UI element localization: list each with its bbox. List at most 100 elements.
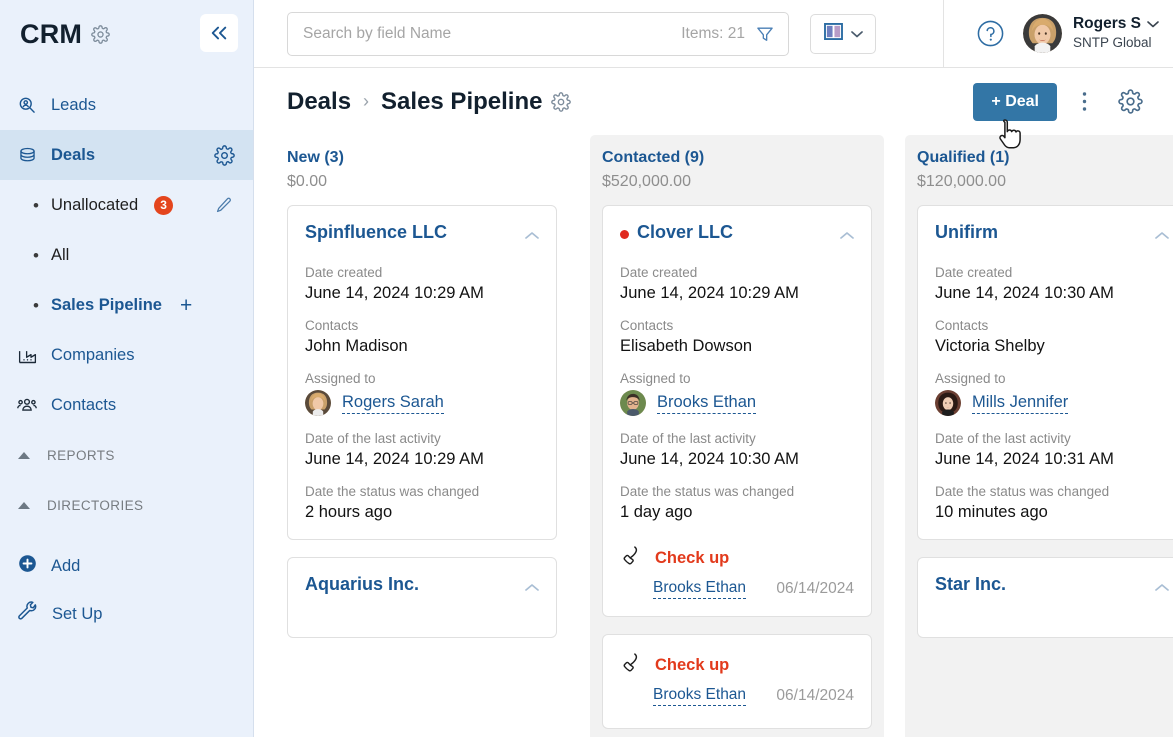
user-menu[interactable]: Rogers S SNTP Global [1022, 14, 1159, 53]
view-mode-toggle[interactable] [810, 13, 876, 54]
add-deal-button[interactable]: + Deal [973, 82, 1057, 121]
question-circle-icon[interactable] [976, 19, 1005, 48]
task-date: 06/14/2024 [776, 687, 854, 704]
top-bar: Items: 21 [254, 0, 1173, 68]
deal-title[interactable]: Aquarius Inc. [305, 574, 517, 595]
deal-title[interactable]: Spinfluence LLC [305, 222, 517, 243]
chevron-up-icon[interactable] [1155, 227, 1169, 245]
assignee-row: Brooks Ethan [620, 390, 854, 416]
task-row: Check up Brooks Ethan 06/14/2024 [620, 651, 854, 706]
deal-title[interactable]: Unifirm [935, 222, 1147, 243]
deal-card[interactable]: Star Inc. [917, 557, 1173, 638]
avatar [620, 390, 646, 416]
funnel-icon[interactable] [755, 24, 775, 44]
task-meta: Brooks Ethan 06/14/2024 [620, 579, 854, 599]
field-label-contacts: Contacts [935, 318, 989, 333]
deal-card[interactable]: Spinfluence LLC Date created June 14, 20… [287, 205, 557, 540]
deal-card[interactable]: Unifirm Date created June 14, 2024 10:30… [917, 205, 1173, 540]
field-label-last-activity: Date of the last activity [935, 431, 1071, 446]
search-box[interactable]: Items: 21 [287, 11, 789, 56]
breadcrumb-parent[interactable]: Deals [287, 88, 351, 116]
assignee-link[interactable]: Brooks Ethan [657, 393, 757, 414]
crm-app: CRM Leads Deals • Unallocated 3 • All • … [0, 0, 1173, 737]
field-value-last-activity: June 14, 2024 10:29 AM [305, 450, 484, 468]
task-date: 06/14/2024 [776, 580, 854, 597]
unread-dot-icon [620, 230, 629, 239]
sidebar-item-label: Leads [51, 95, 96, 114]
chevron-down-icon [850, 25, 863, 43]
card-header: Aquarius Inc. [305, 574, 539, 597]
field-label-date-created: Date created [305, 265, 383, 280]
settings-gear-icon[interactable] [1111, 83, 1149, 121]
deal-title[interactable]: Clover LLC [637, 222, 832, 243]
assignee-link[interactable]: Rogers Sarah [342, 393, 444, 414]
leads-search-icon [16, 94, 38, 116]
field-value-last-activity: June 14, 2024 10:30 AM [620, 450, 799, 468]
task-assignee-link[interactable]: Brooks Ethan [653, 686, 747, 706]
breadcrumb-separator: › [363, 91, 370, 111]
chevron-up-icon[interactable] [840, 227, 854, 245]
task-row: Check up Brooks Ethan 06/14/2024 [620, 544, 854, 599]
field-value-status-changed: 10 minutes ago [935, 503, 1048, 521]
avatar [305, 390, 331, 416]
card-header: Unifirm [935, 222, 1169, 245]
chevron-up-icon[interactable] [525, 227, 539, 245]
deal-card[interactable]: Aquarius Inc. [287, 557, 557, 638]
search-input[interactable] [303, 24, 672, 43]
top-bar-right: Rogers S SNTP Global [942, 0, 1173, 67]
column-title: New (3) [287, 149, 344, 166]
field-value-status-changed: 1 day ago [620, 503, 693, 521]
sidebar-item-leads[interactable]: Leads [0, 80, 253, 130]
gear-icon[interactable] [551, 91, 572, 112]
card-header: Spinfluence LLC [305, 222, 539, 245]
field-label-assigned-to: Assigned to [620, 371, 691, 386]
task-meta: Brooks Ethan 06/14/2024 [620, 686, 854, 706]
app-logo-text: CRM [20, 18, 83, 49]
pipeline-board: New (3) $0.00 Spinfluence LLC Date creat… [0, 135, 1173, 737]
field-label-date-created: Date created [620, 265, 698, 280]
avatar [935, 390, 961, 416]
field-value-contacts: Elisabeth Dowson [620, 337, 753, 355]
chevron-double-left-icon [208, 24, 230, 42]
chevron-up-icon[interactable] [525, 579, 539, 597]
deal-card[interactable]: Clover LLC Date created June 14, 2024 10… [602, 205, 872, 617]
column-sum: $120,000.00 [917, 173, 1006, 190]
deal-title[interactable]: Star Inc. [935, 574, 1147, 595]
assignee-link[interactable]: Mills Jennifer [972, 393, 1069, 414]
field-value-date-created: June 14, 2024 10:30 AM [935, 284, 1114, 302]
page-title: Sales Pipeline [381, 87, 543, 115]
field-label-assigned-to: Assigned to [935, 371, 1006, 386]
task-assignee-link[interactable]: Brooks Ethan [653, 579, 747, 599]
field-value-contacts: Victoria Shelby [935, 337, 1045, 355]
card-header: Clover LLC [620, 222, 854, 245]
field-value-date-created: June 14, 2024 10:29 AM [305, 284, 484, 302]
phone-call-icon [620, 544, 643, 572]
user-name: Rogers S [1072, 14, 1141, 32]
user-text: Rogers S SNTP Global [1073, 14, 1159, 53]
task-name[interactable]: Check up [655, 549, 729, 568]
columns-view-icon [823, 22, 843, 45]
task-name[interactable]: Check up [655, 656, 729, 675]
chevron-up-icon[interactable] [1155, 579, 1169, 597]
task-header: Check up [620, 651, 854, 679]
task-header: Check up [620, 544, 854, 572]
card-header: Star Inc. [935, 574, 1169, 597]
gear-icon[interactable] [91, 24, 110, 44]
sidebar-collapse-button[interactable] [200, 14, 238, 52]
field-label-date-created: Date created [935, 265, 1013, 280]
user-org: SNTP Global [1072, 35, 1152, 51]
pipeline-column-contacted: Contacted (9) $520,000.00 Clover LLC Dat… [590, 135, 884, 737]
field-label-last-activity: Date of the last activity [620, 431, 756, 446]
chevron-down-icon [1147, 14, 1159, 33]
field-label-last-activity: Date of the last activity [305, 431, 441, 446]
avatar [1022, 14, 1062, 53]
kebab-menu-icon[interactable] [1065, 83, 1103, 121]
deal-card[interactable]: Check up Brooks Ethan 06/14/2024 [602, 634, 872, 729]
pipeline-column-qualified: Qualified (1) $120,000.00 Unifirm Date c… [905, 135, 1173, 737]
pipeline-column-new: New (3) $0.00 Spinfluence LLC Date creat… [275, 135, 569, 737]
page-title-bar: Deals › Sales Pipeline + Deal [254, 68, 1173, 135]
field-value-date-created: June 14, 2024 10:29 AM [620, 284, 799, 302]
assignee-row: Rogers Sarah [305, 390, 539, 416]
field-value-status-changed: 2 hours ago [305, 503, 393, 521]
field-label-contacts: Contacts [620, 318, 674, 333]
